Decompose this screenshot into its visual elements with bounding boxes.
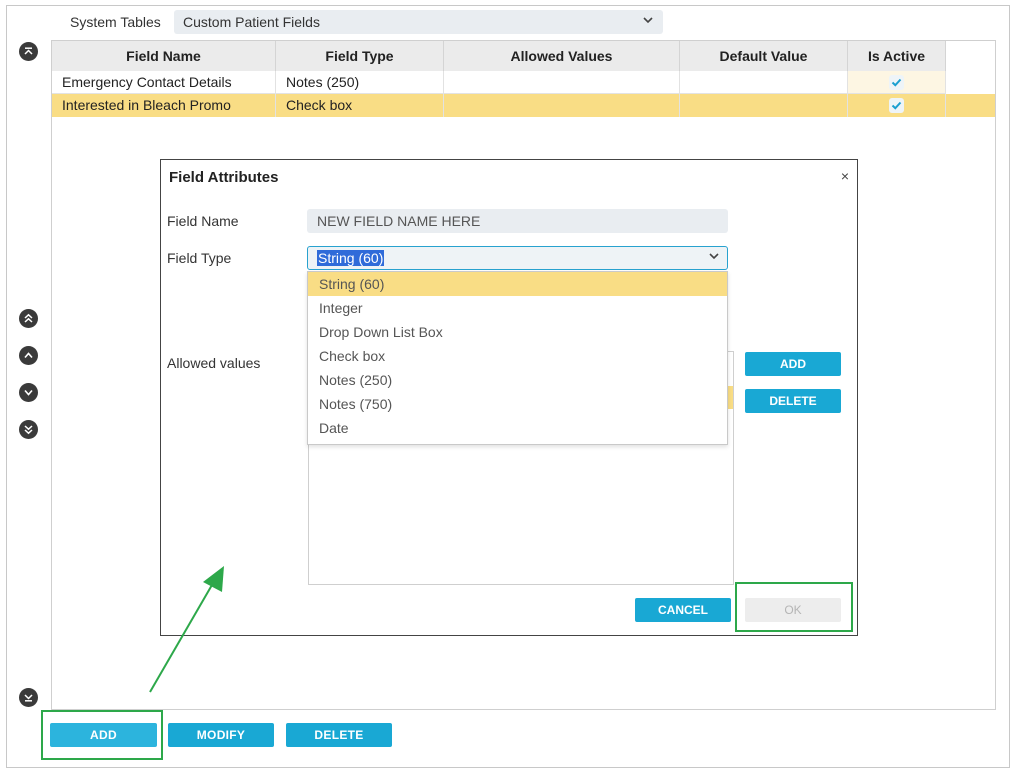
dropdown-option[interactable]: Notes (250) — [308, 368, 727, 392]
checkmark-icon[interactable] — [889, 74, 904, 90]
column-header-field-type[interactable]: Field Type — [276, 41, 444, 71]
field-type-dropdown: String (60) Integer Drop Down List Box C… — [307, 271, 728, 445]
column-header-field-name[interactable]: Field Name — [52, 41, 276, 71]
dialog-title: Field Attributes — [169, 169, 279, 186]
cell-allowed-values — [444, 94, 680, 117]
table-row[interactable]: Emergency Contact Details Notes (250) — [52, 71, 946, 94]
system-tables-label: System Tables — [70, 14, 161, 30]
field-type-select[interactable]: String (60) — [307, 246, 728, 270]
field-type-value: String (60) — [317, 250, 385, 266]
allowed-delete-button[interactable]: DELETE — [745, 389, 841, 413]
cell-allowed-values — [444, 71, 680, 93]
grid-header: Field Name Field Type Allowed Values Def… — [52, 41, 946, 71]
dropdown-option[interactable]: Check box — [308, 344, 727, 368]
close-icon[interactable]: × — [841, 168, 849, 184]
dropdown-option[interactable]: String (60) — [308, 272, 727, 296]
field-type-label: Field Type — [167, 250, 232, 266]
cell-is-active — [848, 94, 946, 117]
chevron-down-icon — [707, 249, 721, 266]
column-header-is-active[interactable]: Is Active — [848, 41, 946, 71]
dropdown-option[interactable]: Drop Down List Box — [308, 320, 727, 344]
cell-field-name: Interested in Bleach Promo — [52, 94, 276, 117]
move-down-icon[interactable] — [19, 383, 38, 402]
dropdown-option[interactable]: Notes (750) — [308, 392, 727, 416]
move-up-fast-icon[interactable] — [19, 309, 38, 328]
field-attributes-dialog: Field Attributes × Field Name NEW FIELD … — [160, 159, 858, 636]
cell-is-active — [848, 71, 946, 93]
cell-default-value — [680, 71, 848, 93]
dropdown-option[interactable]: Date — [308, 416, 727, 440]
column-header-default-value[interactable]: Default Value — [680, 41, 848, 71]
cell-field-type: Notes (250) — [276, 71, 444, 93]
modify-button[interactable]: MODIFY — [168, 723, 274, 747]
cell-field-type: Check box — [276, 94, 444, 117]
move-bottom-icon[interactable] — [19, 688, 38, 707]
system-tables-select[interactable]: Custom Patient Fields — [174, 10, 663, 34]
allowed-add-button[interactable]: ADD — [745, 352, 841, 376]
checkmark-icon[interactable] — [889, 98, 904, 113]
system-tables-value: Custom Patient Fields — [183, 14, 320, 30]
cell-field-name: Emergency Contact Details — [52, 71, 276, 93]
move-up-icon[interactable] — [19, 346, 38, 365]
column-header-allowed-values[interactable]: Allowed Values — [444, 41, 680, 71]
field-name-label: Field Name — [167, 213, 239, 229]
allowed-values-label: Allowed values — [167, 355, 261, 371]
field-name-input[interactable]: NEW FIELD NAME HERE — [307, 209, 728, 233]
chevron-down-icon — [641, 13, 655, 30]
dropdown-option[interactable]: Integer — [308, 296, 727, 320]
add-button[interactable]: ADD — [50, 723, 157, 747]
move-down-fast-icon[interactable] — [19, 420, 38, 439]
cancel-button[interactable]: CANCEL — [635, 598, 731, 622]
table-row-selected[interactable]: Interested in Bleach Promo Check box — [52, 94, 995, 117]
delete-button[interactable]: DELETE — [286, 723, 392, 747]
move-top-icon[interactable] — [19, 42, 38, 61]
ok-button[interactable]: OK — [745, 598, 841, 622]
cell-default-value — [680, 94, 848, 117]
